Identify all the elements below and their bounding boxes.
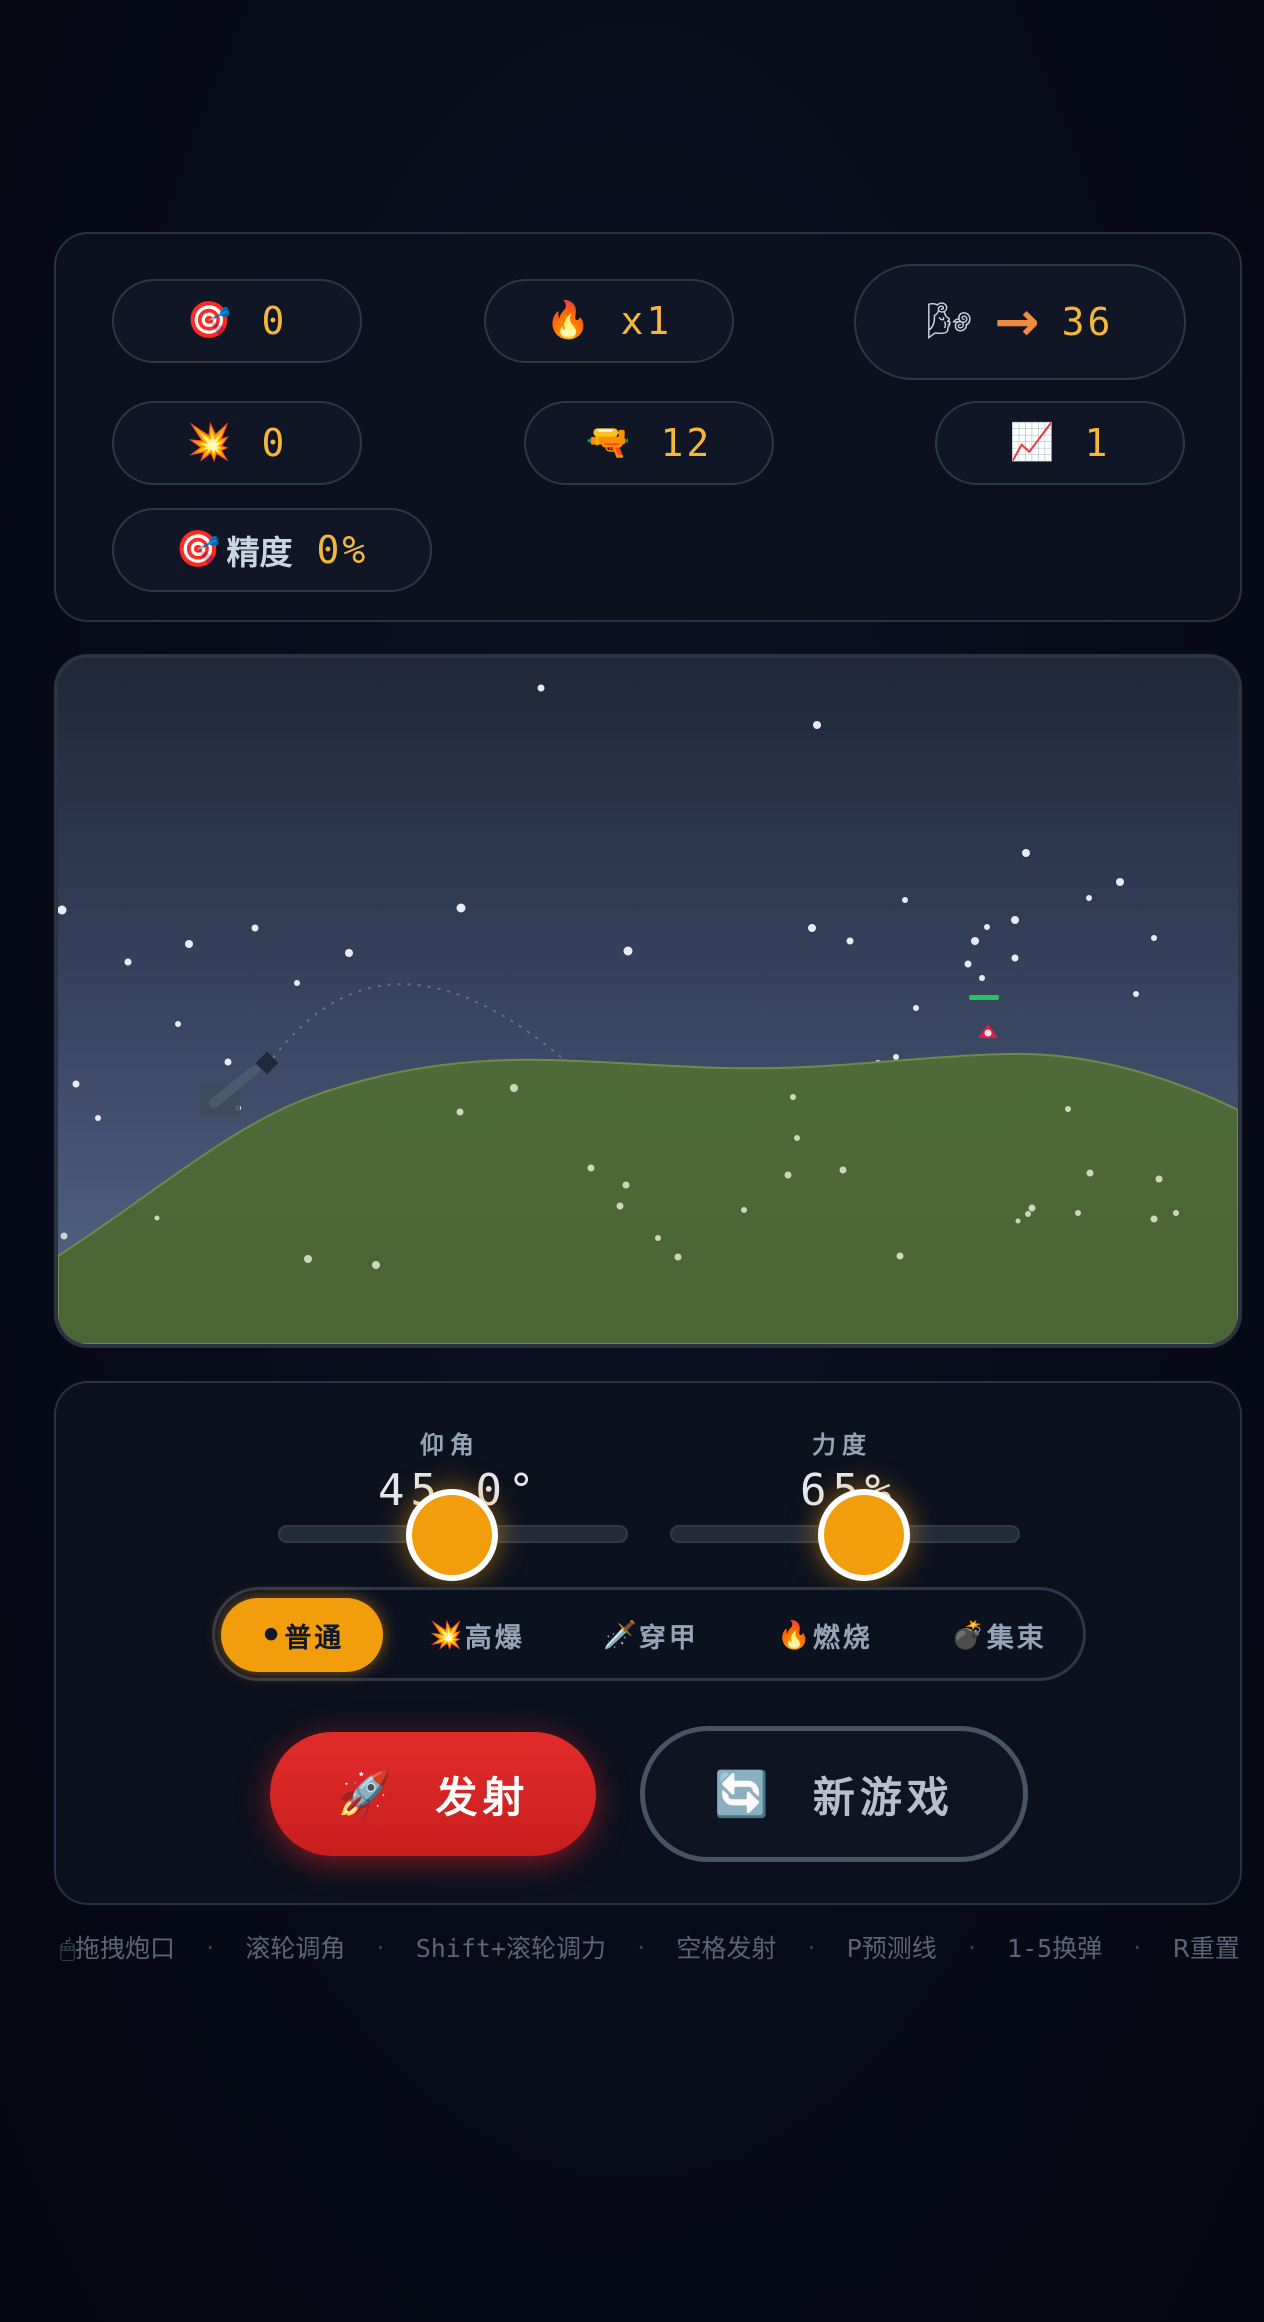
accuracy-value: 0% xyxy=(316,528,369,572)
wind-icon: 🌬 xyxy=(926,301,973,342)
help-wheel-angle: 滚轮调角 xyxy=(245,1934,346,1963)
game-canvas[interactable] xyxy=(54,654,1242,1348)
help-separator: · xyxy=(967,1932,976,1962)
fire-icon: 🔥 xyxy=(777,1620,811,1651)
targets-value: 0 xyxy=(261,299,288,343)
explosion-icon: 💥 xyxy=(186,422,232,463)
wind-value: 36 xyxy=(1061,300,1114,344)
accuracy-stat: 🎯 精度 0% xyxy=(112,508,432,592)
help-drag: 🖱拖拽炮口 xyxy=(60,1934,176,1963)
target-icon: 🎯 xyxy=(175,529,221,570)
ammo-cluster-label: 集束 xyxy=(986,1622,1047,1654)
fire-button[interactable]: 🚀 发射 xyxy=(270,1732,596,1856)
power-label: 力度 xyxy=(812,1431,872,1459)
help-separator: · xyxy=(637,1932,646,1962)
enemy-core xyxy=(984,1029,992,1037)
ammo-incendiary-label: 燃烧 xyxy=(812,1622,873,1654)
gun-icon: 🔫 xyxy=(585,422,631,463)
fire-icon: 🔥 xyxy=(545,300,591,341)
ammo-normal[interactable]: ⚫ 普通 xyxy=(221,1598,383,1672)
help-separator: · xyxy=(1133,1932,1142,1962)
target-icon: 🎯 xyxy=(186,300,232,341)
help-switch-ammo: 1-5换弹 xyxy=(1007,1934,1103,1963)
chart-up-icon: 📈 xyxy=(1009,422,1055,463)
fire-button-label: 发射 xyxy=(435,1772,530,1822)
level-stat: 📈 1 xyxy=(935,401,1185,485)
hits-value: 0 xyxy=(261,421,288,465)
enemy-health-bar xyxy=(969,995,999,1000)
new-game-button[interactable]: 🔄 新游戏 xyxy=(640,1726,1028,1862)
black-circle-icon: ⚫ xyxy=(259,1619,283,1651)
targets-stat: 🎯 0 xyxy=(112,279,362,363)
new-game-button-label: 新游戏 xyxy=(812,1772,954,1822)
ammo-high-explosive[interactable]: 💥 高爆 xyxy=(397,1598,557,1672)
help-shift-wheel: Shift+滚轮调力 xyxy=(415,1934,606,1963)
ammo-stat: 🔫 12 xyxy=(524,401,774,485)
combo-value: x1 xyxy=(620,299,673,343)
rocket-icon: 🚀 xyxy=(336,1769,392,1820)
controls-panel: 仰角 45.0° 力度 65% ⚫ 普通 💥 高爆 🗡️ 穿甲 🔥 燃烧 💣 集… xyxy=(54,1381,1242,1905)
ammo-armor-piercing[interactable]: 🗡️ 穿甲 xyxy=(571,1598,731,1672)
angle-slider-thumb[interactable] xyxy=(406,1489,498,1581)
wind-stat: 🌬 → 36 xyxy=(854,264,1186,380)
ammo-incendiary[interactable]: 🔥 燃烧 xyxy=(745,1598,905,1672)
help-space: 空格发射 xyxy=(676,1934,777,1963)
help-reset: R重置 xyxy=(1172,1934,1240,1963)
ammo-value: 12 xyxy=(660,421,713,465)
ammo-type-selector: ⚫ 普通 💥 高爆 🗡️ 穿甲 🔥 燃烧 💣 集束 xyxy=(212,1587,1086,1681)
hits-stat: 💥 0 xyxy=(112,401,362,485)
keyboard-help: 🖱拖拽炮口 · 滚轮调角 · Shift+滚轮调力 · 空格发射 · P预测线 … xyxy=(60,1929,1240,1965)
bomb-icon: 💣 xyxy=(951,1620,985,1651)
ammo-high-explosive-label: 高爆 xyxy=(464,1622,525,1654)
help-predict: P预测线 xyxy=(846,1934,937,1963)
ammo-armor-piercing-label: 穿甲 xyxy=(638,1622,699,1654)
ammo-cluster[interactable]: 💣 集束 xyxy=(919,1598,1079,1672)
explosion-icon: 💥 xyxy=(429,1620,463,1651)
combo-stat: 🔥 x1 xyxy=(484,279,734,363)
help-separator: · xyxy=(807,1932,816,1962)
stats-panel: 🎯 0 🔥 x1 🌬 → 36 💥 0 🔫 12 📈 1 🎯 精度 0% xyxy=(54,232,1242,622)
accuracy-label: 精度 xyxy=(226,533,293,572)
wind-arrow-icon: → xyxy=(994,290,1040,353)
help-separator: · xyxy=(206,1932,215,1962)
help-separator: · xyxy=(376,1932,385,1962)
dagger-icon: 🗡️ xyxy=(603,1620,637,1651)
level-value: 1 xyxy=(1084,421,1111,465)
ammo-normal-label: 普通 xyxy=(284,1622,345,1654)
angle-label: 仰角 xyxy=(420,1431,480,1459)
refresh-icon: 🔄 xyxy=(714,1769,769,1820)
game-scene[interactable] xyxy=(58,658,1238,1344)
power-slider-thumb[interactable] xyxy=(818,1489,910,1581)
